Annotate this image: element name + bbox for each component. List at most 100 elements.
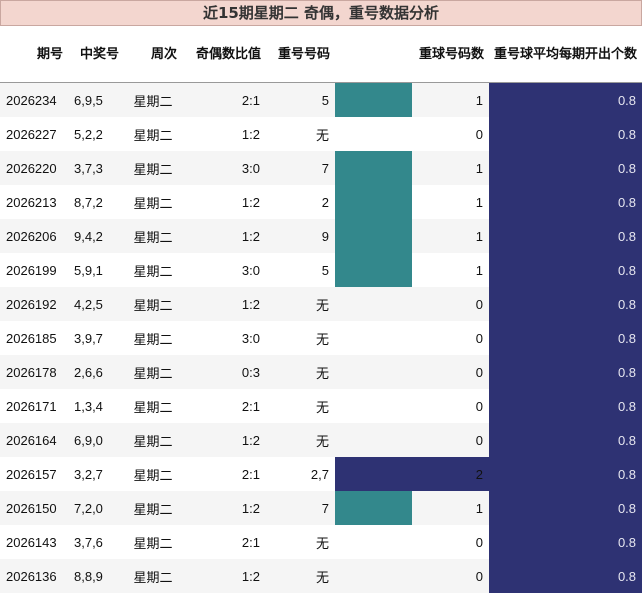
cell-qihao: 2026213 [0, 185, 68, 219]
cell-count: 1 [475, 500, 484, 516]
cell-chong: 无 [266, 287, 335, 321]
cell-count: 2 [475, 466, 484, 482]
header-avg: 重号球平均每期开出个数 [494, 47, 638, 62]
cell-avg: 0.8 [489, 321, 643, 355]
cell-qihao: 2026192 [0, 287, 68, 321]
cell-avg: 0.8 [489, 355, 643, 389]
table-row: 2026227 5,2,2 星期二 1:2 无 0 0.8 [0, 117, 643, 151]
cell-count-bar: 2 [335, 457, 490, 491]
header-chong: 重号号码 [277, 47, 330, 62]
header-zhongjiang: 中奖号 [79, 47, 119, 62]
cell-count: 0 [475, 568, 484, 584]
cell-avg: 0.8 [489, 253, 643, 287]
cell-zhouci: 星期二 [124, 559, 182, 593]
table-row: 2026150 7,2,0 星期二 1:2 7 1 0.8 [0, 491, 643, 525]
cell-qihao: 2026234 [0, 82, 68, 117]
cell-ratio: 1:2 [182, 423, 266, 457]
cell-ratio: 3:0 [182, 151, 266, 185]
cell-ratio: 1:2 [182, 559, 266, 593]
cell-ratio: 3:0 [182, 253, 266, 287]
cell-zhouci: 星期二 [124, 355, 182, 389]
table-row: 2026213 8,7,2 星期二 1:2 2 1 0.8 [0, 185, 643, 219]
cell-qihao: 2026143 [0, 525, 68, 559]
cell-ratio: 0:3 [182, 355, 266, 389]
cell-qihao: 2026157 [0, 457, 68, 491]
cell-ratio: 2:1 [182, 525, 266, 559]
cell-count-bar: 0 [335, 525, 490, 559]
header-row: 期号 中奖号 周次 奇偶数比值 重号号码 重球号码数 重号球平均每期开出个数 [0, 28, 643, 83]
cell-count: 0 [475, 296, 484, 312]
cell-zhongjiang: 8,8,9 [68, 559, 124, 593]
cell-qihao: 2026220 [0, 151, 68, 185]
cell-count: 0 [475, 126, 484, 142]
table-row: 2026171 1,3,4 星期二 2:1 无 0 0.8 [0, 389, 643, 423]
cell-zhongjiang: 9,4,2 [68, 219, 124, 253]
cell-chong: 无 [266, 389, 335, 423]
cell-count-bar: 1 [335, 219, 490, 253]
cell-zhongjiang: 8,7,2 [68, 185, 124, 219]
cell-zhouci: 星期二 [124, 185, 182, 219]
cell-chong: 无 [266, 117, 335, 151]
cell-zhongjiang: 6,9,0 [68, 423, 124, 457]
cell-chong: 7 [266, 491, 335, 525]
cell-zhongjiang: 6,9,5 [68, 82, 124, 117]
cell-zhouci: 星期二 [124, 321, 182, 355]
cell-count: 0 [475, 534, 484, 550]
cell-zhongjiang: 7,2,0 [68, 491, 124, 525]
cell-qihao: 2026178 [0, 355, 68, 389]
cell-zhouci: 星期二 [124, 219, 182, 253]
cell-zhongjiang: 3,7,6 [68, 525, 124, 559]
cell-chong: 无 [266, 321, 335, 355]
cell-count-bar: 0 [335, 559, 490, 593]
cell-zhouci: 星期二 [124, 389, 182, 423]
cell-ratio: 1:2 [182, 117, 266, 151]
table-row: 2026164 6,9,0 星期二 1:2 无 0 0.8 [0, 423, 643, 457]
cell-zhouci: 星期二 [124, 253, 182, 287]
cell-zhongjiang: 3,2,7 [68, 457, 124, 491]
cell-chong: 9 [266, 219, 335, 253]
cell-avg: 0.8 [489, 185, 643, 219]
cell-zhongjiang: 3,9,7 [68, 321, 124, 355]
cell-qihao: 2026206 [0, 219, 68, 253]
cell-count: 1 [475, 160, 484, 176]
cell-avg: 0.8 [489, 491, 643, 525]
cell-zhongjiang: 5,2,2 [68, 117, 124, 151]
cell-count: 1 [475, 228, 484, 244]
table-row: 2026178 2,6,6 星期二 0:3 无 0 0.8 [0, 355, 643, 389]
page-title: 近15期星期二 奇偶，重号数据分析 [0, 0, 642, 26]
cell-chong: 7 [266, 151, 335, 185]
cell-count-bar: 0 [335, 287, 490, 321]
cell-qihao: 2026136 [0, 559, 68, 593]
cell-zhouci: 星期二 [124, 117, 182, 151]
cell-count-bar: 1 [335, 491, 490, 525]
cell-count-bar: 1 [335, 151, 490, 185]
cell-zhongjiang: 4,2,5 [68, 287, 124, 321]
cell-count-bar: 0 [335, 321, 490, 355]
cell-avg: 0.8 [489, 219, 643, 253]
cell-zhongjiang: 1,3,4 [68, 389, 124, 423]
table-row: 2026192 4,2,5 星期二 1:2 无 0 0.8 [0, 287, 643, 321]
cell-avg: 0.8 [489, 389, 643, 423]
cell-zhongjiang: 3,7,3 [68, 151, 124, 185]
cell-qihao: 2026185 [0, 321, 68, 355]
cell-avg: 0.8 [489, 82, 643, 117]
cell-ratio: 2:1 [182, 457, 266, 491]
cell-zhouci: 星期二 [124, 82, 182, 117]
cell-qihao: 2026164 [0, 423, 68, 457]
table-row: 2026206 9,4,2 星期二 1:2 9 1 0.8 [0, 219, 643, 253]
cell-count: 1 [475, 194, 484, 210]
cell-ratio: 1:2 [182, 219, 266, 253]
table-row: 2026185 3,9,7 星期二 3:0 无 0 0.8 [0, 321, 643, 355]
cell-count-bar: 1 [335, 253, 490, 287]
cell-zhouci: 星期二 [124, 423, 182, 457]
cell-count: 0 [475, 364, 484, 380]
analysis-table: 期号 中奖号 周次 奇偶数比值 重号号码 重球号码数 重号球平均每期开出个数 2… [0, 28, 643, 593]
cell-count-bar: 0 [335, 355, 490, 389]
table-row: 2026199 5,9,1 星期二 3:0 5 1 0.8 [0, 253, 643, 287]
cell-chong: 5 [266, 253, 335, 287]
cell-chong: 无 [266, 559, 335, 593]
cell-chong: 2 [266, 185, 335, 219]
cell-zhouci: 星期二 [124, 287, 182, 321]
cell-qihao: 2026150 [0, 491, 68, 525]
cell-avg: 0.8 [489, 457, 643, 491]
